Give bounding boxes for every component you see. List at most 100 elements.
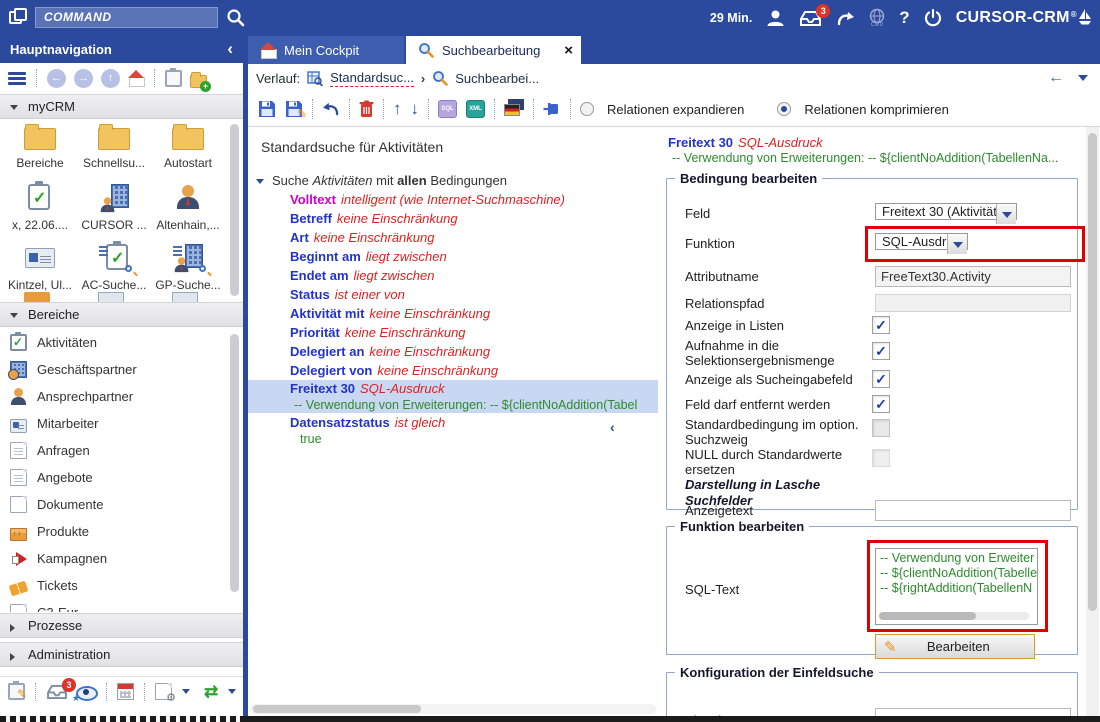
tree-condition-delegiert-an[interactable]: Delegiert ankeine Einschränkung bbox=[248, 342, 658, 361]
logout-icon[interactable] bbox=[924, 9, 942, 27]
tab-close-icon[interactable]: × bbox=[564, 43, 573, 58]
radio-relationen-komprimieren[interactable] bbox=[777, 102, 791, 116]
checkbox-standardbedingung[interactable] bbox=[872, 419, 890, 437]
mycrm-item-gp-suche[interactable]: GP-Suche... bbox=[152, 242, 224, 292]
tree-horizontal-scrollbar[interactable] bbox=[250, 704, 656, 714]
bearbeiten-button[interactable]: ✎ Bearbeiten bbox=[875, 634, 1035, 659]
note-edit-icon[interactable]: ✎ bbox=[8, 683, 25, 700]
tree-condition-endet-am[interactable]: Endet amliegt zwischen bbox=[248, 266, 658, 285]
home-icon[interactable] bbox=[128, 71, 144, 85]
inbox-icon[interactable]: 3 bbox=[799, 10, 822, 27]
inbox-icon[interactable]: 3 bbox=[46, 684, 68, 700]
watch-star-icon[interactable]: ★ bbox=[76, 683, 96, 700]
section-bereiche[interactable]: Bereiche bbox=[0, 302, 243, 327]
history-back-icon[interactable]: ← bbox=[1048, 69, 1064, 87]
mycrm-item-altenhain[interactable]: Altenhain,... bbox=[152, 182, 224, 232]
funktion-select[interactable]: SQL-Ausdruck bbox=[875, 233, 968, 250]
clipboard-icon[interactable] bbox=[165, 70, 182, 87]
nav-back-button[interactable]: ← bbox=[47, 69, 66, 88]
radio-label[interactable]: Relationen komprimieren bbox=[804, 102, 949, 117]
sidebar-collapse-icon[interactable]: ‹ bbox=[227, 36, 233, 61]
delete-icon[interactable] bbox=[359, 100, 374, 118]
sidebar-item-kampagnen[interactable]: Kampagnen bbox=[0, 545, 243, 572]
tab-mein-cockpit[interactable]: Mein Cockpit bbox=[248, 36, 404, 64]
mycrm-item-cursor[interactable]: CURSOR ... bbox=[78, 182, 150, 232]
checkbox-anzeige-in-listen[interactable]: ✓ bbox=[872, 316, 890, 334]
sql-export-icon[interactable]: SQL bbox=[438, 100, 457, 118]
tree-condition-beginnt-am[interactable]: Beginnt amliegt zwischen bbox=[248, 247, 658, 266]
document-settings-icon[interactable]: ⚙ bbox=[155, 683, 172, 700]
chevron-down-icon[interactable] bbox=[228, 689, 236, 694]
section-prozesse[interactable]: Prozesse bbox=[0, 613, 243, 638]
tree-condition-prioritaet[interactable]: Prioritätkeine Einschränkung bbox=[248, 323, 658, 342]
mycrm-item-bereiche[interactable]: Bereiche bbox=[4, 122, 76, 170]
caret-down-icon[interactable] bbox=[256, 179, 264, 184]
undo-icon[interactable] bbox=[322, 101, 340, 117]
sidebar-item-ansprechpartner[interactable]: Ansprechpartner bbox=[0, 383, 243, 410]
eingabe-input[interactable] bbox=[875, 708, 1071, 716]
tab-suchbearbeitung[interactable]: Suchbearbeitung × bbox=[406, 36, 581, 64]
sql-text-area[interactable]: -- Verwendung von Erweiter -- ${clientNo… bbox=[875, 548, 1038, 625]
globe-icon[interactable]: CMD bbox=[869, 8, 885, 28]
language-icon[interactable] bbox=[504, 102, 524, 116]
checkbox-null-standardwerte[interactable] bbox=[872, 449, 890, 467]
breadcrumb-item-suchbearbeitung[interactable]: Suchbearbei... bbox=[455, 71, 539, 86]
command-input[interactable]: COMMAND bbox=[35, 7, 218, 28]
chevron-down-icon[interactable] bbox=[947, 234, 967, 250]
nav-up-button[interactable]: ↑ bbox=[101, 69, 120, 88]
sidebar-item-tickets[interactable]: Tickets bbox=[0, 572, 243, 599]
bereiche-scrollbar[interactable] bbox=[230, 334, 239, 592]
checkbox-feld-entfernt[interactable]: ✓ bbox=[872, 395, 890, 413]
radio-relationen-expandieren[interactable] bbox=[580, 102, 594, 116]
save-as-icon[interactable]: ✎ bbox=[285, 100, 303, 118]
anzeigetext-input[interactable] bbox=[875, 500, 1071, 521]
sidebar-item-angebote[interactable]: Angebote bbox=[0, 464, 243, 491]
sidebar-item-geschaeftspartner[interactable]: Geschäftspartner bbox=[0, 356, 243, 383]
tree-condition-art[interactable]: Artkeine Einschränkung bbox=[248, 228, 658, 247]
tree-condition-delegiert-von[interactable]: Delegiert vonkeine Einschränkung bbox=[248, 361, 658, 380]
sidebar-item-dokumente[interactable]: Dokumente bbox=[0, 491, 243, 518]
mycrm-item-kintzel[interactable]: Kintzel, Ul... bbox=[4, 242, 76, 292]
tree-condition-status[interactable]: Statusist einer von bbox=[248, 285, 658, 304]
search-icon[interactable] bbox=[226, 8, 245, 27]
checkbox-aufnahme-selektion[interactable]: ✓ bbox=[872, 342, 890, 360]
history-dropdown-icon[interactable] bbox=[1078, 75, 1088, 81]
new-folder-icon[interactable] bbox=[190, 75, 207, 88]
section-mycrm[interactable]: myCRM bbox=[0, 94, 243, 119]
calendar-icon[interactable] bbox=[117, 683, 134, 700]
splitter-collapse-icon[interactable]: ‹ bbox=[610, 419, 615, 435]
sql-horizontal-scrollbar[interactable] bbox=[879, 612, 1029, 620]
breadcrumb-item-standardsuche[interactable]: Standardsuc... bbox=[330, 70, 414, 87]
sidebar-item-aktivitaeten[interactable]: Aktivitäten bbox=[0, 329, 243, 356]
chevron-down-icon[interactable] bbox=[996, 204, 1016, 220]
tree-condition-datensatzstatus[interactable]: Datensatzstatusist gleich bbox=[248, 413, 658, 432]
pin-icon[interactable] bbox=[543, 102, 561, 116]
tree-condition-freitext30-selected[interactable]: Freitext 30SQL-Ausdruck -- Verwendung vo… bbox=[248, 380, 658, 413]
tree-root[interactable]: Suche Aktivitäten mit allen Bedingungen bbox=[248, 171, 658, 190]
move-down-icon[interactable]: ↓ bbox=[411, 99, 420, 119]
tree-condition-betreff[interactable]: Betreffkeine Einschränkung bbox=[248, 209, 658, 228]
redo-icon[interactable] bbox=[836, 10, 855, 27]
tree-condition-aktivitaet-mit[interactable]: Aktivität mitkeine Einschränkung bbox=[248, 304, 658, 323]
xml-export-icon[interactable]: XML bbox=[466, 100, 485, 118]
help-icon[interactable]: ? bbox=[899, 8, 909, 28]
menu-icon[interactable] bbox=[8, 72, 26, 85]
mycrm-item-ac-suche[interactable]: AC-Suche... bbox=[78, 242, 150, 292]
move-up-icon[interactable]: ↑ bbox=[393, 99, 402, 119]
checkbox-sucheingabefeld[interactable]: ✓ bbox=[872, 370, 890, 388]
mycrm-item-autostart[interactable]: Autostart bbox=[152, 122, 224, 170]
sidebar-item-c2[interactable]: C2-Eur... bbox=[0, 599, 243, 612]
tree-condition-volltext[interactable]: Volltextintelligent (wie Internet-Suchma… bbox=[248, 190, 658, 209]
sidebar-item-mitarbeiter[interactable]: Mitarbeiter bbox=[0, 410, 243, 437]
user-icon[interactable] bbox=[766, 9, 785, 27]
sidebar-item-produkte[interactable]: Produkte bbox=[0, 518, 243, 545]
mycrm-item-activity[interactable]: x, 22.06.... bbox=[4, 182, 76, 232]
sync-icon[interactable]: ⇄ bbox=[204, 682, 218, 702]
save-icon[interactable] bbox=[258, 100, 276, 118]
sidebar-item-anfragen[interactable]: Anfragen bbox=[0, 437, 243, 464]
mycrm-scrollbar[interactable] bbox=[230, 124, 239, 296]
chevron-down-icon[interactable] bbox=[182, 689, 190, 694]
section-administration[interactable]: Administration bbox=[0, 642, 243, 667]
feld-select[interactable]: Freitext 30 (Aktivitäten) bbox=[875, 203, 1017, 220]
radio-label[interactable]: Relationen expandieren bbox=[607, 102, 744, 117]
